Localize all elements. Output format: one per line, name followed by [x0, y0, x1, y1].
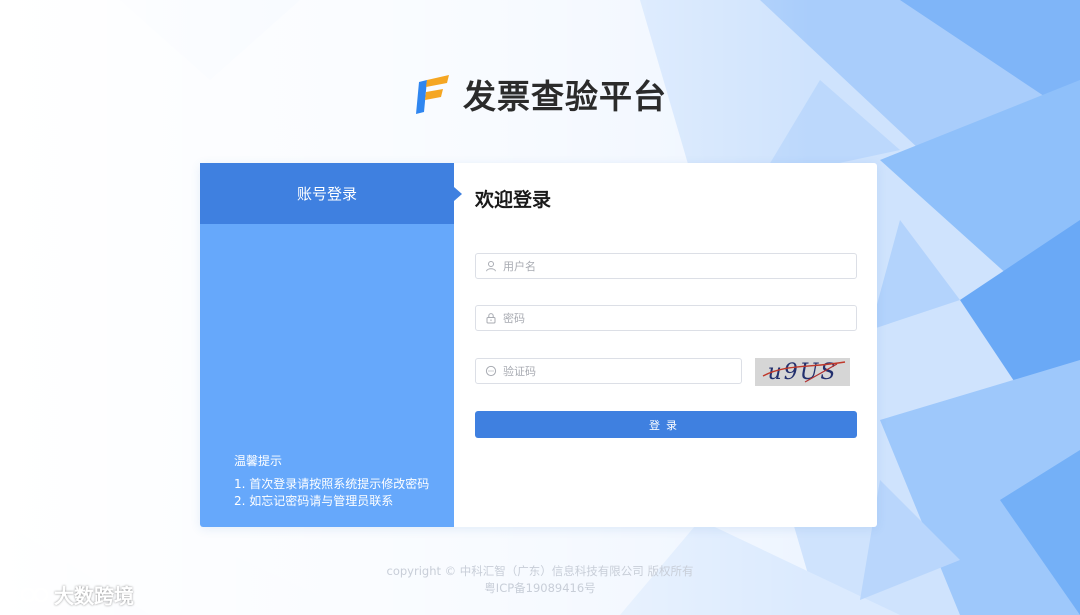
password-field[interactable] [475, 305, 857, 331]
username-field[interactable] [475, 253, 857, 279]
lock-icon [486, 313, 496, 324]
watermark-logo-icon [11, 585, 49, 604]
captcha-noise-lines [762, 361, 846, 383]
copyright-text: copyright © 中科汇智（广东）信息科技有限公司 版权所有 [386, 564, 694, 578]
tips-title: 温馨提示 [234, 454, 283, 468]
tab-account-login[interactable]: 账号登录 [200, 163, 454, 224]
user-icon [486, 261, 496, 272]
captcha-input[interactable] [503, 364, 741, 378]
username-input[interactable] [503, 259, 856, 273]
tips-section: 温馨提示 1. 首次登录请按照系统提示修改密码 2. 如忘记密码请与管理员联系 [234, 453, 429, 510]
chat-bubble-icon [485, 365, 497, 377]
tip-item: 1. 首次登录请按照系统提示修改密码 [234, 477, 430, 491]
active-tab-arrow [454, 187, 462, 201]
captcha-field[interactable] [475, 358, 742, 384]
watermark-text: 大数跨境 [54, 584, 134, 608]
login-side-panel: 账号登录 温馨提示 1. 首次登录请按照系统提示修改密码 2. 如忘记密码请与管… [200, 163, 462, 527]
form-title: 欢迎登录 [475, 189, 552, 211]
captcha-image[interactable]: u9US [755, 358, 850, 386]
page-header: 发票查验平台 [0, 66, 1080, 122]
password-input[interactable] [503, 311, 856, 325]
site-title: 发票查验平台 [463, 77, 667, 116]
watermark: 大数跨境 [10, 580, 134, 609]
invoice-platform-logo-icon [416, 75, 449, 114]
tip-item: 2. 如忘记密码请与管理员联系 [234, 494, 394, 508]
page-footer: copyright © 中科汇智（广东）信息科技有限公司 版权所有 粤ICP备1… [0, 563, 1080, 597]
login-card: 账号登录 温馨提示 1. 首次登录请按照系统提示修改密码 2. 如忘记密码请与管… [200, 163, 877, 527]
login-button[interactable]: 登录 [475, 411, 857, 438]
icp-link[interactable]: 粤ICP备19089416号 [0, 580, 1080, 597]
